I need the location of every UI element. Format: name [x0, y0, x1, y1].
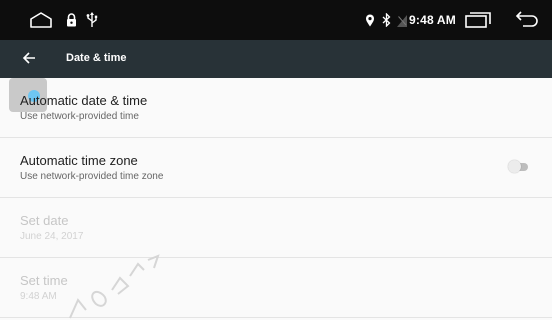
recents-icon[interactable]	[465, 12, 491, 33]
arrow-back-icon[interactable]	[22, 51, 36, 70]
app-bar: Date & time	[0, 40, 552, 78]
setting-summary: June 24, 2017	[20, 231, 84, 242]
watermark-graphic	[60, 248, 170, 320]
lock-icon	[66, 13, 77, 32]
setting-title: Automatic date & time	[20, 93, 148, 108]
location-icon	[365, 14, 375, 32]
setting-automatic-time-zone[interactable]: Automatic time zone Use network-provided…	[0, 138, 552, 198]
back-icon[interactable]	[515, 11, 539, 34]
usb-icon	[86, 12, 98, 33]
bluetooth-icon	[382, 12, 391, 32]
setting-title: Set date	[20, 213, 69, 228]
setting-summary: Use network-provided time zone	[20, 171, 164, 182]
status-bar: 9:48 AM	[0, 0, 552, 40]
time-zone-toggle[interactable]	[508, 160, 528, 174]
setting-summary: 9:48 AM	[20, 291, 57, 302]
setting-title: Automatic time zone	[20, 153, 138, 168]
status-time: 9:48 AM	[409, 13, 456, 27]
toggle-thumb	[508, 160, 521, 173]
signal-icon	[397, 14, 407, 32]
setting-summary: Use network-provided time	[20, 111, 139, 122]
page-title: Date & time	[66, 52, 127, 64]
setting-automatic-date-time[interactable]: Automatic date & time Use network-provid…	[0, 78, 552, 138]
home-icon[interactable]	[30, 12, 52, 33]
